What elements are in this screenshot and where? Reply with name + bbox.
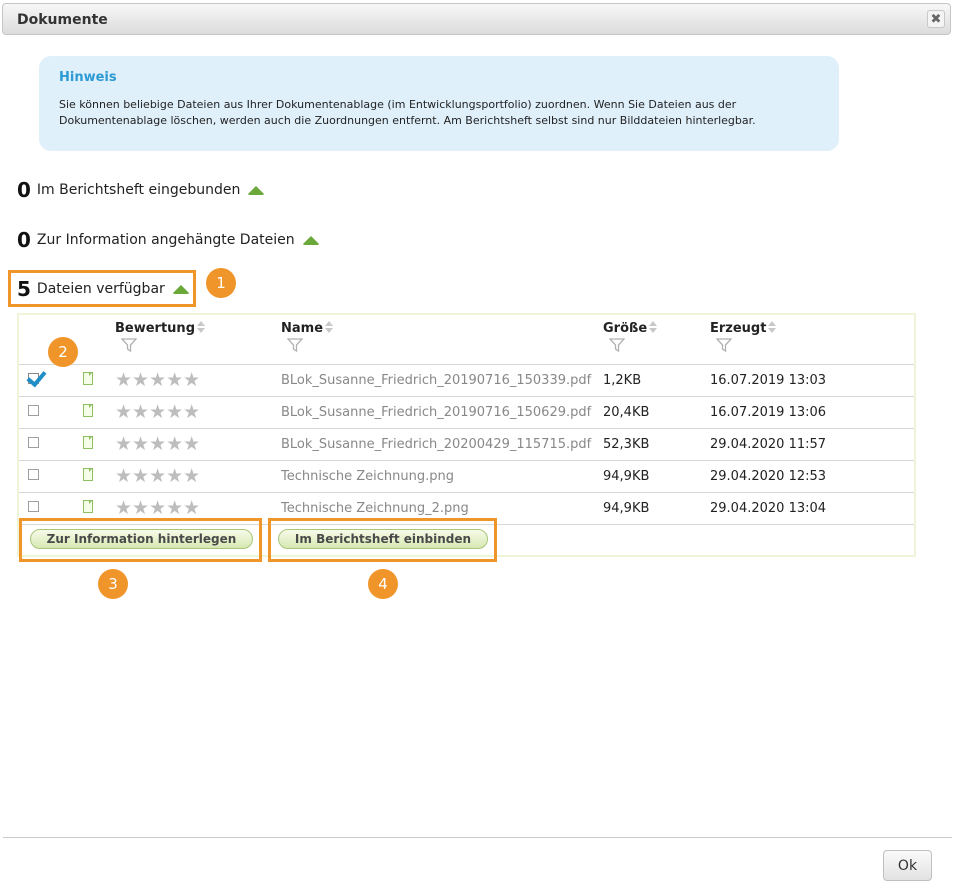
star-icon[interactable]: ★★★★★ [115,497,200,519]
star-icon[interactable]: ★★★★★ [115,401,200,423]
header-rating[interactable]: Bewertung [115,315,281,365]
file-size: 20,4KB [603,405,650,420]
hint-text-line: Dokumentenablage löschen, werden auch di… [59,114,756,127]
hint-box: Hinweis Sie können beliebige Dateien aus… [39,56,839,151]
file-icon [83,468,93,481]
ok-button[interactable]: Ok [883,850,932,881]
file-size: 1,2KB [603,373,642,388]
file-icon [83,404,93,417]
file-size: 94,9KB [603,469,650,484]
star-icon[interactable]: ★★★★★ [115,433,200,455]
header-size[interactable]: Größe [603,315,710,365]
section-label: Zur Information angehängte Dateien [36,232,295,248]
header-rating-label: Bewertung [115,321,195,336]
dialog-title: Dokumente [17,12,108,28]
attach-info-button[interactable]: Zur Information hinterlegen [30,529,253,549]
file-name[interactable]: Technische Zeichnung.png [281,461,603,493]
header-created[interactable]: Erzeugt [710,315,914,365]
table-row[interactable]: ★★★★★ BLok_Susanne_Friedrich_20190716_15… [19,396,914,429]
arrow-up-icon[interactable] [247,185,266,195]
file-name[interactable]: BLok_Susanne_Friedrich_20190716_150629.p… [281,397,603,429]
arrow-up-icon[interactable] [301,235,320,245]
header-created-label: Erzeugt [710,321,767,336]
row-checkbox[interactable] [28,373,39,384]
callout-badge: 2 [48,337,78,367]
callout-badge: 3 [98,569,128,599]
section-count: 0 [17,178,31,202]
file-icon [83,372,93,385]
dialog-titlebar: Dokumente ✖ [2,3,951,35]
header-name-label: Name [281,321,324,336]
table-row[interactable]: ★★★★★ BLok_Susanne_Friedrich_20190716_15… [19,364,914,397]
file-created: 29.04.2020 13:04 [710,501,827,516]
sort-icon[interactable] [768,321,777,333]
hint-text: Sie können beliebige Dateien aus Ihrer D… [59,97,819,129]
filter-icon[interactable] [609,338,625,352]
section-label: Im Berichtsheft eingebunden [36,182,241,198]
header-size-label: Größe [603,321,648,336]
file-size: 94,9KB [603,501,650,516]
file-created: 29.04.2020 12:53 [710,469,827,484]
star-icon[interactable]: ★★★★★ [115,369,200,391]
callout-badge: 1 [206,268,236,298]
file-name[interactable]: BLok_Susanne_Friedrich_20200429_115715.p… [281,429,603,461]
row-checkbox[interactable] [28,501,39,512]
star-icon[interactable]: ★★★★★ [115,465,200,487]
row-checkbox[interactable] [28,437,39,448]
file-created: 16.07.2019 13:06 [710,405,827,420]
filter-icon[interactable] [121,338,137,352]
footer-divider [3,837,952,838]
filter-icon[interactable] [287,338,303,352]
row-checkbox[interactable] [28,405,39,416]
highlight-frame [8,270,196,307]
file-size: 52,3KB [603,437,650,452]
filter-icon[interactable] [716,338,732,352]
callout-badge: 4 [368,569,398,599]
header-icon [77,315,115,365]
header-name[interactable]: Name [281,315,603,365]
embed-button[interactable]: Im Berichtsheft einbinden [278,529,488,549]
file-icon [83,500,93,513]
hint-title: Hinweis [59,70,117,85]
table-row[interactable]: ★★★★★ Technische Zeichnung.png 94,9KB 29… [19,460,914,493]
sort-icon[interactable] [649,321,658,333]
table-header-row: Bewertung Name Größe Erzeugt [19,315,914,365]
file-created: 29.04.2020 11:57 [710,437,827,452]
hint-text-line: Sie können beliebige Dateien aus Ihrer D… [59,98,737,111]
file-name[interactable]: BLok_Susanne_Friedrich_20190716_150339.p… [281,365,603,397]
file-created: 16.07.2019 13:03 [710,373,827,388]
table-row[interactable]: ★★★★★ BLok_Susanne_Friedrich_20200429_11… [19,428,914,461]
row-checkbox[interactable] [28,469,39,480]
section-embedded[interactable]: 0 Im Berichtsheft eingebunden [17,178,266,202]
file-icon [83,436,93,449]
sort-icon[interactable] [197,321,205,333]
close-icon[interactable]: ✖ [927,10,945,28]
section-attached[interactable]: 0 Zur Information angehängte Dateien [17,228,320,252]
section-count: 0 [17,228,31,252]
sort-icon[interactable] [325,321,334,333]
